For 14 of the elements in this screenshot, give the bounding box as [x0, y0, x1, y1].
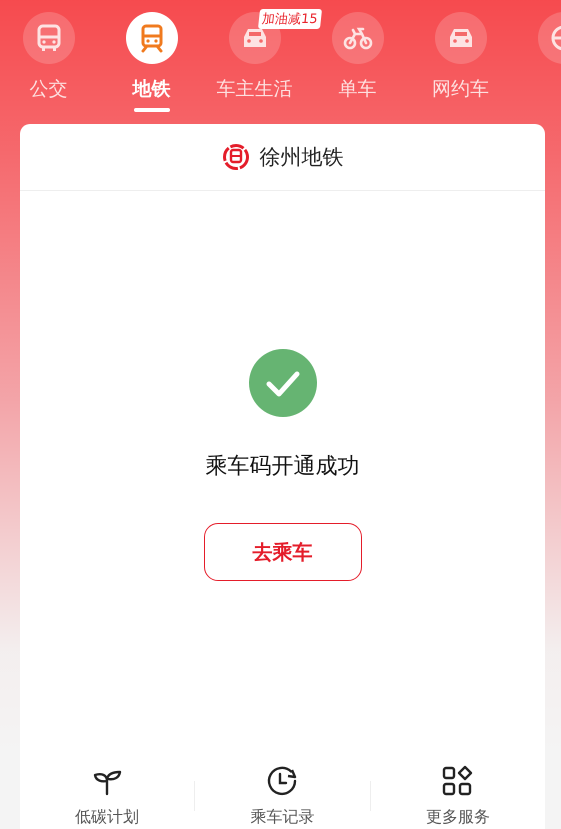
ride-button[interactable]: 去乘车 [204, 523, 362, 581]
status-message: 乘车码开通成功 [206, 453, 360, 481]
shortcut-button[interactable]: 乘车记录 [195, 763, 370, 828]
promo-badge: 加油减15 [258, 9, 322, 29]
category-tab[interactable]: 网约车 [409, 0, 512, 124]
tab-underline [134, 108, 170, 112]
card-title: 徐州地铁 [260, 144, 344, 171]
category-tab[interactable]: 公交 [0, 0, 100, 124]
shortcut-button[interactable]: 更多服务 [370, 763, 545, 828]
success-check-icon [248, 349, 316, 417]
category-tab[interactable]: 地铁 [100, 0, 203, 124]
grid-icon [442, 765, 474, 797]
metro-logo-icon [222, 143, 250, 171]
shortcut-button[interactable]: 低碳计划 [20, 763, 194, 828]
